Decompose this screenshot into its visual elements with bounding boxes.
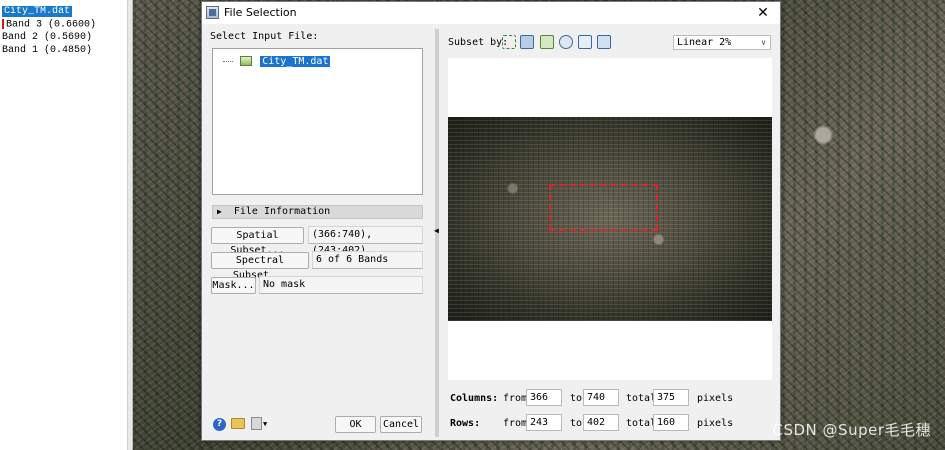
image-subset-icon[interactable] [520, 35, 534, 49]
band-label: Band 1 (0.4850) [2, 45, 93, 56]
columns-total-label: total [626, 393, 657, 404]
expand-arrow-icon: ▶ [217, 207, 222, 216]
clipboard-icon[interactable] [251, 417, 262, 430]
spectral-subset-button[interactable]: Spectral Subset... [211, 252, 309, 281]
spatial-subset-value: (366:740),(243:402) [308, 226, 423, 256]
ok-button[interactable]: OK [335, 416, 376, 433]
spatial-subset-button[interactable]: Spatial Subset... [211, 227, 304, 256]
columns-from-input[interactable]: 366 [526, 389, 562, 406]
mask-value: No mask [259, 276, 423, 294]
columns-to-input[interactable]: 740 [583, 389, 619, 406]
input-file-list[interactable]: City_TM.dat [212, 48, 423, 195]
raster-file-icon [239, 56, 252, 66]
band-color-marker [2, 19, 4, 29]
stretch-select[interactable]: Linear 2% ∨ [673, 35, 771, 50]
layer-file-name: City_TM.dat [2, 6, 73, 17]
rows-to-label: to [570, 418, 583, 429]
band-item-3[interactable]: Band 3 (0.6600) [2, 19, 96, 31]
subset-rectangle[interactable] [549, 184, 658, 231]
file-list-item[interactable]: City_TM.dat [223, 54, 331, 67]
columns-total-input[interactable]: 375 [653, 389, 689, 406]
collapse-arrow-icon[interactable]: ◀ [434, 226, 439, 235]
file-information-toggle[interactable]: ▶ File Information [212, 205, 423, 219]
stretch-select-value: Linear 2% [677, 37, 732, 48]
band-label: Band 3 (0.6600) [6, 19, 97, 31]
rows-from-label: from [503, 418, 528, 429]
vector-subset-icon[interactable] [559, 35, 573, 49]
rectangle-subset-icon[interactable] [502, 35, 516, 49]
rows-from-input[interactable]: 243 [526, 414, 562, 431]
columns-from-label: from [503, 393, 528, 404]
file-list-item-name: City_TM.dat [260, 56, 331, 67]
watermark-text: CSDN @Super毛毛穗 [772, 421, 931, 439]
rows-total-label: total [626, 418, 657, 429]
columns-label: Columns: [450, 393, 499, 404]
band-item-1[interactable]: Band 1 (0.4850) [2, 45, 92, 57]
dialog-titlebar[interactable]: File Selection ✕ [202, 2, 780, 24]
tree-connector [223, 60, 233, 62]
chevron-down-icon[interactable]: ▼ [263, 420, 267, 428]
spectral-subset-value: 6 of 6 Bands [312, 251, 423, 269]
dialog-title: File Selection [224, 6, 297, 19]
file-information-label: File Information [233, 206, 331, 217]
select-input-label: Select Input File: [210, 31, 319, 42]
help-icon[interactable]: ? [213, 418, 226, 431]
columns-pixels-label: pixels [697, 393, 734, 404]
file-selection-dialog: File Selection ✕ Select Input File: City… [201, 1, 781, 441]
layer-file-item[interactable]: City_TM.dat [2, 6, 73, 18]
layer-manager-panel: City_TM.dat Band 3 (0.6600) Band 2 (0.56… [0, 0, 128, 450]
app-icon [206, 6, 219, 19]
rows-total-input[interactable]: 160 [653, 414, 689, 431]
mask-button[interactable]: Mask... [211, 277, 256, 294]
preview-image[interactable] [448, 117, 772, 321]
subset-by-label: Subset by: [448, 37, 509, 48]
chevron-down-icon: ∨ [761, 38, 766, 47]
cancel-button[interactable]: Cancel [380, 416, 422, 433]
roi-subset-icon[interactable] [578, 35, 592, 49]
band-item-2[interactable]: Band 2 (0.5690) [2, 32, 92, 44]
rows-pixels-label: pixels [697, 418, 734, 429]
preview-panel [448, 58, 772, 380]
band-label: Band 2 (0.5690) [2, 32, 93, 43]
close-icon[interactable]: ✕ [752, 2, 774, 24]
rows-to-input[interactable]: 402 [583, 414, 619, 431]
map-subset-icon[interactable] [540, 35, 554, 49]
columns-to-label: to [570, 393, 583, 404]
open-folder-icon[interactable] [231, 418, 245, 429]
file-subset-icon[interactable] [597, 35, 611, 49]
rows-label: Rows: [450, 418, 481, 429]
